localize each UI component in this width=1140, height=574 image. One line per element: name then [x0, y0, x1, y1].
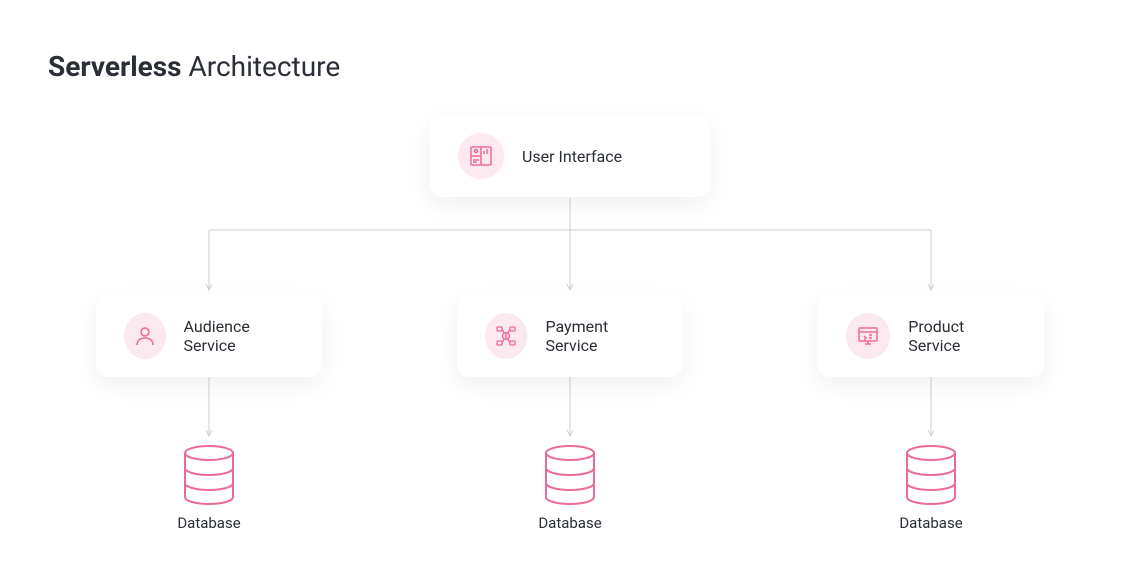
database-icon	[904, 444, 958, 510]
database-icon	[182, 444, 236, 510]
database-label-left: Database	[159, 514, 259, 532]
dashboard-icon	[458, 133, 504, 179]
database-label-right: Database	[881, 514, 981, 532]
payment-service-node: Payment Service	[457, 295, 683, 377]
user-icon	[124, 313, 166, 359]
user-interface-node: User Interface	[430, 115, 710, 197]
title-light: Architecture	[189, 50, 341, 83]
product-icon	[846, 313, 890, 359]
product-service-node: Product Service	[818, 295, 1044, 377]
payment-icon	[485, 313, 527, 359]
product-service-label: Product Service	[908, 317, 1016, 355]
diagram-title: Serverless Architecture	[48, 50, 340, 83]
database-icon	[543, 444, 597, 510]
audience-service-label: Audience Service	[184, 317, 294, 355]
user-interface-label: User Interface	[522, 147, 622, 166]
audience-service-node: Audience Service	[96, 295, 322, 377]
database-label-middle: Database	[520, 514, 620, 532]
payment-service-label: Payment Service	[545, 317, 655, 355]
title-bold: Serverless	[48, 50, 182, 83]
